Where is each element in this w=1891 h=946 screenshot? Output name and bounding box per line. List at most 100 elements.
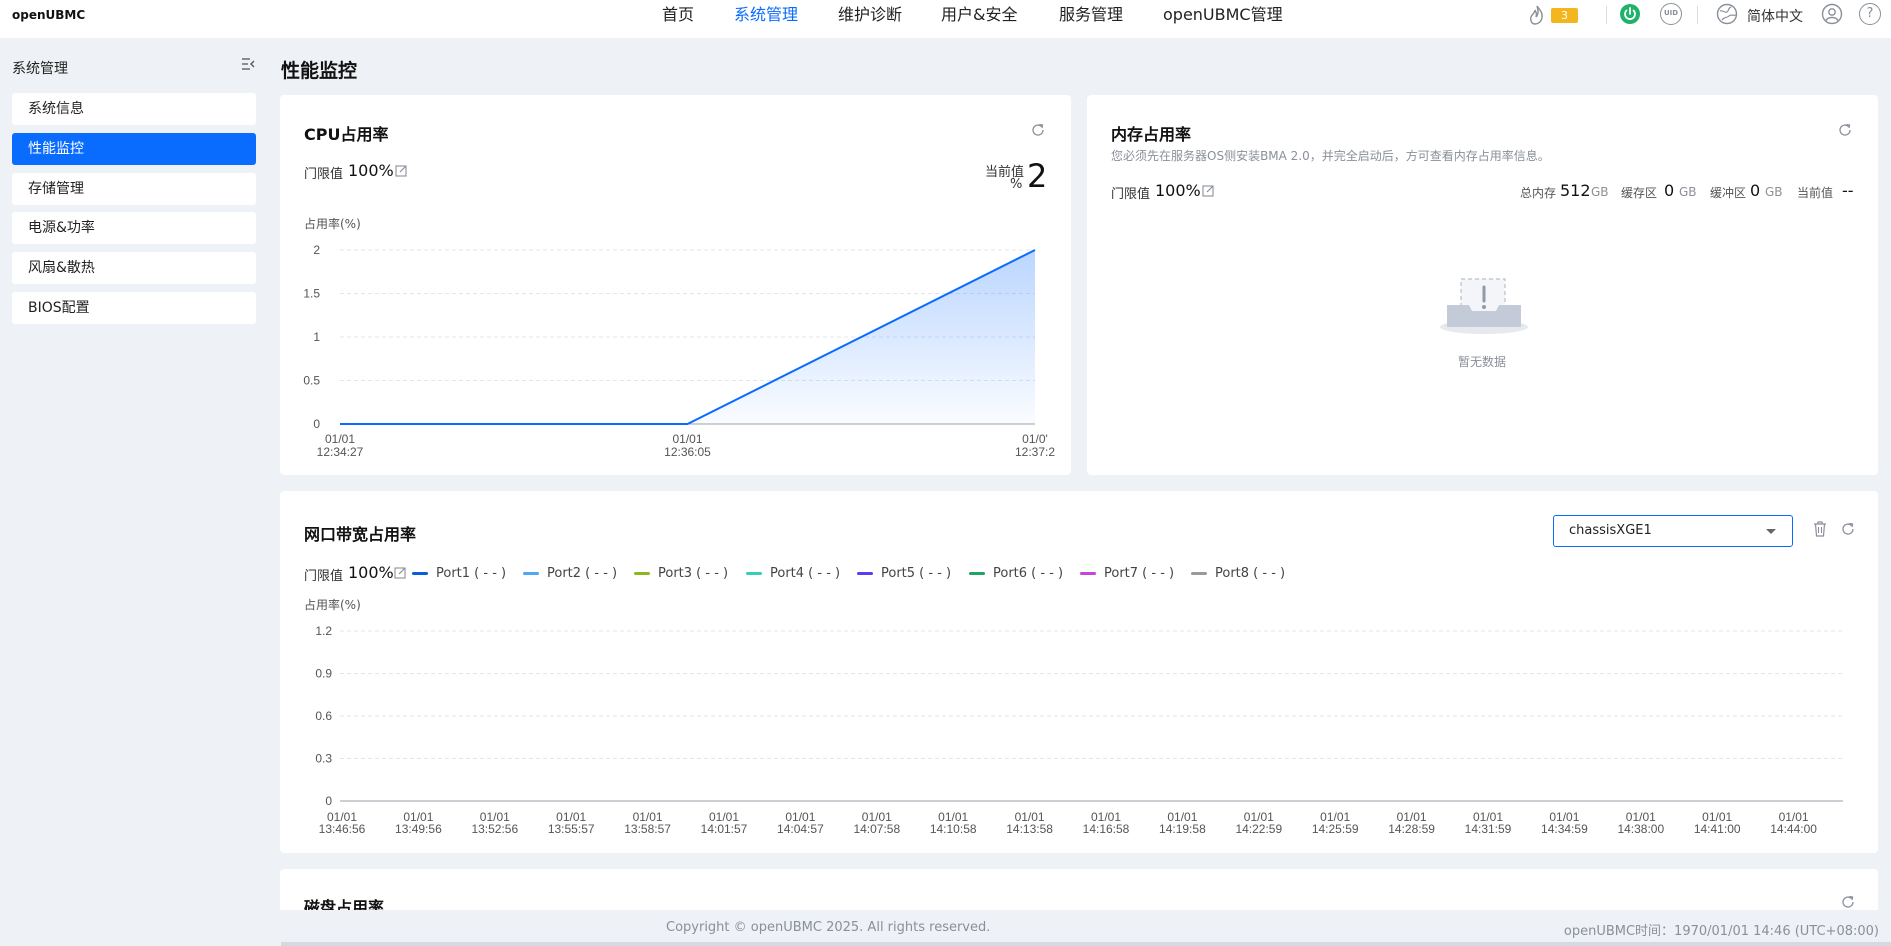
nav-maintenance[interactable]: 维护诊断: [838, 0, 902, 30]
top-bar: openUBMC 首页 系统管理 维护诊断 用户&安全 服务管理 openUBM…: [0, 0, 1891, 38]
legend-label: Port6 ( - - ): [993, 565, 1064, 581]
sidebar-item-bios[interactable]: BIOS配置: [12, 292, 256, 324]
nav-user-security[interactable]: 用户&安全: [941, 0, 1017, 30]
y-tick-label: 0: [325, 794, 332, 808]
nav-service-management[interactable]: 服务管理: [1059, 0, 1123, 30]
total-memory-label: 总内存: [1520, 186, 1557, 200]
memory-threshold-value: 100%: [1155, 181, 1201, 200]
server-time: openUBMC时间：1970/01/01 14:46 (UTC+08:00): [1563, 924, 1879, 939]
edit-icon[interactable]: [1202, 184, 1215, 197]
legend-label: Port8 ( - - ): [1215, 565, 1286, 581]
legend-swatch: [746, 571, 762, 575]
x-tick-label: 14:16:58: [1083, 822, 1130, 836]
sidebar-item-power[interactable]: 电源&功率: [12, 212, 256, 244]
buffer-label: 缓冲区: [1710, 186, 1747, 200]
y-tick-label: 1: [313, 330, 320, 344]
legend-swatch: [1191, 571, 1207, 575]
sidebar-item-storage[interactable]: 存储管理: [12, 173, 256, 205]
legend-swatch: [857, 571, 873, 575]
refresh-icon[interactable]: [1840, 894, 1856, 910]
x-tick-label: 14:04:57: [777, 822, 824, 836]
buffer-unit: GB: [1765, 185, 1783, 199]
flame-icon: [1530, 5, 1543, 25]
app-logo: openUBMC: [12, 8, 86, 22]
cpu-usage-chart: 00.511.5201/0112:34:2701/0112:36:0501/0'…: [303, 243, 1055, 459]
y-tick-label: 0.6: [315, 709, 332, 723]
sidebar: 系统管理 系统信息 性能监控 存储管理 电源&功率 风扇&散热 BIOS配置: [0, 38, 266, 946]
sidebar-item-system-info[interactable]: 系统信息: [12, 93, 256, 125]
alarm-area[interactable]: 3: [1527, 3, 1578, 27]
legend-item-port2[interactable]: Port2 ( - - ): [523, 565, 617, 581]
legend-swatch: [634, 571, 650, 575]
cache-value: 0: [1664, 181, 1675, 200]
x-tick-label: 01/0': [1022, 432, 1048, 446]
legend-item-port5[interactable]: Port5 ( - - ): [857, 565, 951, 581]
divider: [1697, 6, 1698, 24]
x-tick-label: 01/01: [325, 432, 355, 446]
x-tick-label: 01/01: [672, 432, 702, 446]
legend-item-port6[interactable]: Port6 ( - - ): [969, 565, 1063, 581]
y-tick-label: 1.5: [303, 287, 320, 301]
language-selector[interactable]: 简体中文: [1747, 6, 1803, 26]
sidebar-item-fans[interactable]: 风扇&散热: [12, 252, 256, 284]
legend-item-port1[interactable]: Port1 ( - - ): [412, 565, 506, 581]
x-tick-label: 12:36:05: [664, 445, 711, 459]
cpu-usage-card: CPU占用率 门限值 100% 当前值 % 2 占用率(%) 0 0.5 1 1.5 2…: [280, 95, 1071, 475]
x-tick-label: 14:13:58: [1006, 822, 1053, 836]
legend-item-port7[interactable]: Port7 ( - - ): [1080, 565, 1174, 581]
nav-openubmc-management[interactable]: openUBMC管理: [1163, 0, 1283, 30]
x-tick-label: 13:49:56: [395, 822, 442, 836]
no-data-text: 暂无数据: [1458, 355, 1507, 369]
chevron-down-icon: [1766, 529, 1776, 534]
port-select-dropdown[interactable]: chassisXGE1: [1553, 515, 1793, 547]
memory-current-value: --: [1842, 181, 1854, 200]
collapse-sidebar-icon[interactable]: [241, 57, 255, 71]
horizontal-scrollbar[interactable]: [281, 942, 1891, 946]
x-tick-label: 14:01:57: [701, 822, 748, 836]
nav-system-management[interactable]: 系统管理: [734, 0, 798, 30]
cpu-area-fill: [340, 250, 1035, 424]
power-icon[interactable]: [1619, 3, 1641, 25]
x-tick-label: 14:19:58: [1159, 822, 1206, 836]
x-tick-label: 13:58:57: [624, 822, 671, 836]
x-tick-label: 14:28:59: [1388, 822, 1435, 836]
buffer-value: 0: [1750, 181, 1761, 200]
page-title: 性能监控: [281, 60, 358, 82]
empty-box-icon: [1440, 278, 1528, 334]
nav-home[interactable]: 首页: [662, 0, 694, 30]
cache-unit: GB: [1679, 185, 1697, 199]
globe-icon[interactable]: [1716, 3, 1738, 25]
y-tick-label: 0: [313, 417, 320, 431]
y-tick-label: 0.5: [303, 374, 320, 388]
legend-item-port4[interactable]: Port4 ( - - ): [746, 565, 840, 581]
x-tick-label: 14:22:59: [1235, 822, 1282, 836]
legend-label: Port1 ( - - ): [436, 565, 507, 581]
y-tick-label: 1.2: [315, 624, 332, 638]
cache-label: 缓存区: [1621, 186, 1658, 200]
x-tick-label: 14:07:58: [853, 822, 900, 836]
legend-swatch: [523, 571, 539, 575]
memory-threshold-label: 门限值: [1111, 187, 1151, 202]
x-tick-label: 14:10:58: [930, 822, 977, 836]
sidebar-item-performance-monitor[interactable]: 性能监控: [12, 133, 256, 165]
legend-item-port3[interactable]: Port3 ( - - ): [634, 565, 728, 581]
help-icon[interactable]: ?: [1859, 3, 1881, 25]
x-tick-label: 13:55:57: [548, 822, 595, 836]
uid-icon[interactable]: UID: [1660, 3, 1682, 25]
legend-label: Port3 ( - - ): [658, 565, 729, 581]
memory-card-title: 内存占用率: [1111, 125, 1192, 144]
refresh-icon[interactable]: [1837, 122, 1853, 138]
y-tick-label: 2: [313, 243, 320, 257]
divider: [1606, 6, 1607, 24]
total-memory-unit: GB: [1591, 185, 1609, 199]
x-tick-label: 14:41:00: [1694, 822, 1741, 836]
x-tick-label: 13:52:56: [471, 822, 518, 836]
user-icon[interactable]: [1821, 3, 1843, 25]
x-tick-label: 12:34:27: [317, 445, 364, 459]
legend-label: Port4 ( - - ): [770, 565, 841, 581]
bma-notice: 您必须先在服务器OS侧安装BMA 2.0，并完全启动后，方可查看内存占用率信息。: [1111, 149, 1550, 163]
memory-usage-card: 内存占用率 您必须先在服务器OS侧安装BMA 2.0，并完全启动后，方可查看内存…: [1087, 95, 1878, 475]
x-tick-label: 14:44:00: [1770, 822, 1817, 836]
legend-item-port8[interactable]: Port8 ( - - ): [1191, 565, 1285, 581]
y-tick-label: 0.3: [315, 752, 332, 766]
